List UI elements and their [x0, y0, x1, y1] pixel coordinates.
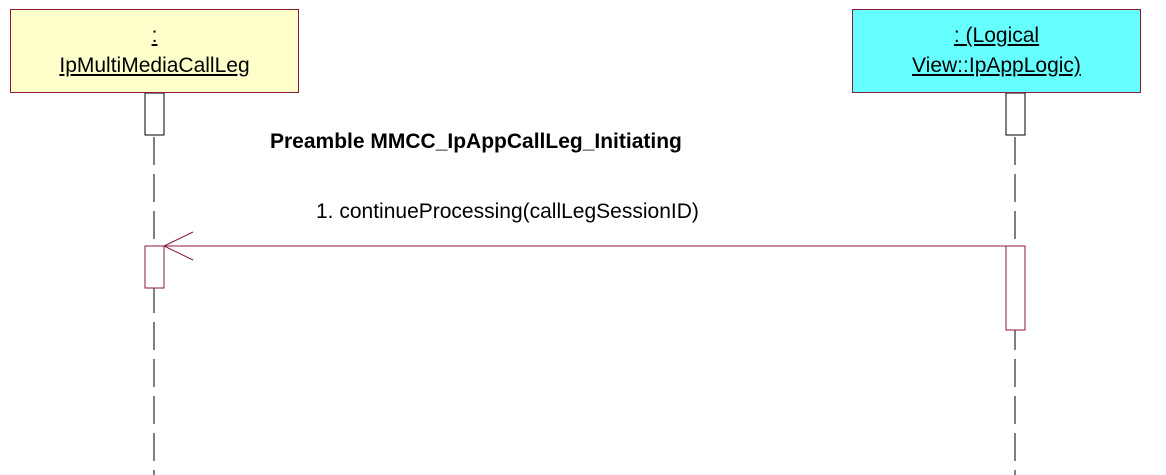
activation-box-right-top — [1005, 92, 1026, 136]
object-ipapplogic-line1: : (Logical — [953, 24, 1040, 47]
object-ipmultimediacallleg-line2: IpMultiMediaCallLeg — [59, 54, 250, 77]
message-label: 1. continueProcessing(callLegSessionID) — [316, 200, 699, 223]
object-ipapplogic[interactable]: : (Logical View::IpAppLogic) — [852, 9, 1141, 93]
activation-box-left-receive — [144, 245, 165, 289]
activation-box-left-top — [144, 92, 165, 136]
frame-title: Preamble MMCC_IpAppCallLeg_Initiating — [270, 130, 682, 153]
activation-box-right-send — [1005, 245, 1026, 331]
object-ipapplogic-line2: View::IpAppLogic) — [912, 54, 1081, 77]
object-ipmultimediacallleg-line1: : — [151, 24, 158, 47]
object-ipmultimediacallleg[interactable]: : IpMultiMediaCallLeg — [10, 9, 299, 93]
sequence-diagram: : IpMultiMediaCallLeg : (Logical View::I… — [0, 0, 1166, 475]
